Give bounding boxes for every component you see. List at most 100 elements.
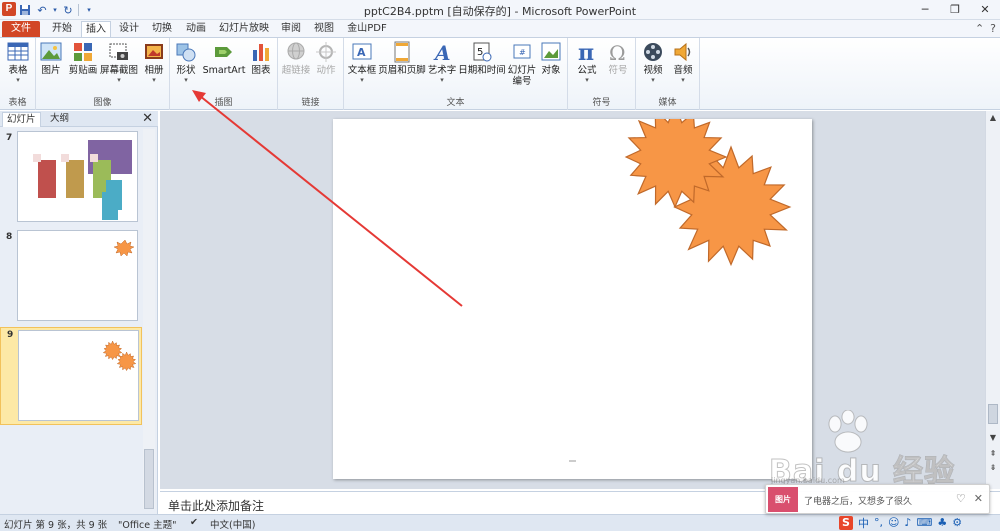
hyperlink-label: 超链接: [281, 65, 311, 76]
ime-settings-icon[interactable]: ⚙: [952, 516, 962, 529]
notification-text: 了电器之后，又想多了很久: [804, 497, 913, 507]
chart-button[interactable]: 图表: [248, 40, 274, 76]
powerpoint-app-icon[interactable]: P: [2, 2, 16, 16]
ime-keyboard-icon[interactable]: ⌨: [916, 516, 932, 529]
tab-insert[interactable]: 插入: [81, 21, 111, 37]
undo-icon[interactable]: ↶: [35, 3, 49, 17]
wordart-button[interactable]: A 艺术字 ▾: [426, 40, 458, 84]
customize-qat-icon[interactable]: ▾: [82, 3, 96, 17]
status-theme[interactable]: "Office 主题": [118, 517, 177, 531]
tab-outline[interactable]: 大纲: [46, 112, 73, 127]
action-icon: [316, 42, 336, 62]
table-icon: [7, 42, 29, 61]
action-button[interactable]: 动作: [312, 40, 340, 76]
tab-slides[interactable]: 幻灯片: [2, 112, 41, 127]
header-footer-label: 页眉和页脚: [378, 65, 426, 76]
clipart-button[interactable]: 剪贴画: [66, 40, 100, 76]
svg-text:#: #: [519, 48, 526, 57]
status-language[interactable]: 中文(中国): [210, 517, 255, 531]
slide-8-preview: [17, 230, 138, 321]
screenshot-button[interactable]: 屏幕截图 ▾: [100, 40, 138, 84]
notification-popup[interactable]: 图片 了电器之后，又想多了很久 ♡ ✕: [765, 484, 990, 514]
slide-8-shapes: [113, 239, 135, 257]
notification-close-icon[interactable]: ✕: [974, 492, 983, 505]
shapes-button[interactable]: 形状 ▾: [173, 40, 199, 84]
tab-view[interactable]: 视图: [310, 21, 338, 37]
svg-text:A: A: [433, 41, 451, 64]
minimize-ribbon-icon[interactable]: ⌃: [975, 22, 984, 35]
slide-thumbnail-7[interactable]: 7: [0, 131, 142, 226]
slides-pane-scrollbar[interactable]: [143, 129, 155, 509]
spellcheck-icon[interactable]: ✔: [190, 517, 198, 528]
tab-animations[interactable]: 动画: [182, 21, 210, 37]
shapes-dropdown-icon: ▾: [184, 76, 188, 84]
group-links: 超链接 动作 链接: [278, 38, 344, 110]
slides-pane-scroll-thumb[interactable]: [144, 449, 154, 509]
equation-button[interactable]: π 公式 ▾: [572, 40, 602, 84]
quick-access-toolbar: ↶ ▾ ↻ ▾: [18, 2, 96, 18]
header-footer-button[interactable]: 页眉和页脚: [378, 40, 426, 76]
smartart-button[interactable]: SmartArt: [202, 40, 246, 76]
scroll-up-icon[interactable]: ▲: [986, 113, 1000, 122]
slide-number-button[interactable]: # 幻灯片 编号: [506, 40, 538, 87]
slide-number: 9: [7, 330, 14, 340]
video-button[interactable]: 视频 ▾: [638, 40, 668, 84]
ime-chinese-mode-icon[interactable]: 中: [858, 515, 869, 531]
undo-dropdown-icon[interactable]: ▾: [52, 3, 58, 17]
close-button[interactable]: ✕: [970, 0, 1000, 20]
slide-9-shapes: [102, 340, 137, 372]
redo-icon[interactable]: ↻: [61, 3, 75, 17]
screenshot-icon: [109, 43, 128, 60]
smartart-icon: [215, 47, 232, 57]
current-slide[interactable]: [333, 103, 812, 479]
like-icon[interactable]: ♡: [956, 492, 966, 505]
thumb-starburst-1: [102, 340, 123, 361]
shapes-icon: [176, 43, 196, 62]
tab-file[interactable]: 文件: [2, 21, 40, 37]
close-pane-icon[interactable]: ✕: [142, 111, 153, 126]
textbox-button[interactable]: A 文本框 ▾: [346, 40, 378, 84]
notification-thumbnail: 图片: [768, 487, 798, 512]
header-footer-icon: [394, 41, 410, 63]
notes-placeholder: 单击此处添加备注: [168, 499, 265, 513]
scroll-down-icon[interactable]: ▼: [986, 433, 1000, 442]
tab-kingsoft-pdf[interactable]: 金山PDF: [343, 21, 391, 37]
hyperlink-button[interactable]: 超链接: [281, 40, 311, 76]
ime-punctuation-icon[interactable]: °,: [874, 516, 883, 529]
album-button[interactable]: 相册 ▾: [140, 40, 168, 84]
next-slide-icon[interactable]: ⇟: [986, 463, 1000, 472]
clipart-icon: [74, 43, 92, 61]
group-label-links: 链接: [301, 98, 320, 108]
qat-separator: [78, 4, 79, 16]
tab-design[interactable]: 设计: [115, 21, 143, 37]
ime-emoji-icon[interactable]: ☺: [888, 516, 899, 529]
tab-review[interactable]: 审阅: [277, 21, 305, 37]
ime-skin-icon[interactable]: ♣: [937, 516, 947, 529]
ime-voice-icon[interactable]: ♪: [904, 516, 911, 529]
slide-number-label: 幻灯片 编号: [507, 65, 537, 87]
tab-slideshow[interactable]: 幻灯片放映: [216, 21, 272, 37]
picture-button[interactable]: 图片: [38, 40, 64, 76]
restore-button[interactable]: ❐: [940, 0, 970, 20]
table-button[interactable]: 表格 ▾: [3, 40, 33, 84]
audio-button[interactable]: 音频 ▾: [668, 40, 698, 84]
group-label-illustrations: 插图: [214, 98, 233, 108]
canvas-scrollbar[interactable]: ▲ ▼ ⇞ ⇟: [985, 111, 1000, 489]
previous-slide-icon[interactable]: ⇞: [986, 449, 1000, 458]
tab-home[interactable]: 开始: [46, 21, 78, 37]
help-icon[interactable]: ?: [990, 22, 996, 35]
tab-right-icons: ⌃ ?: [975, 22, 996, 35]
tab-transitions[interactable]: 切换: [148, 21, 176, 37]
datetime-button[interactable]: 5 日期和时间: [458, 40, 506, 76]
sogou-ime-icon[interactable]: S: [839, 515, 853, 530]
minimize-button[interactable]: ─: [910, 0, 940, 20]
slide-thumbnail-8[interactable]: 8: [0, 230, 142, 325]
save-icon[interactable]: [18, 3, 32, 17]
canvas-scroll-thumb[interactable]: [988, 404, 998, 424]
action-label: 动作: [316, 65, 336, 76]
slide-thumbnail-9[interactable]: 9: [0, 327, 142, 425]
picture-icon: [40, 42, 62, 61]
symbol-icon: Ω: [609, 41, 626, 64]
symbol-button[interactable]: Ω 符号: [604, 40, 632, 76]
object-button[interactable]: 对象: [538, 40, 564, 76]
